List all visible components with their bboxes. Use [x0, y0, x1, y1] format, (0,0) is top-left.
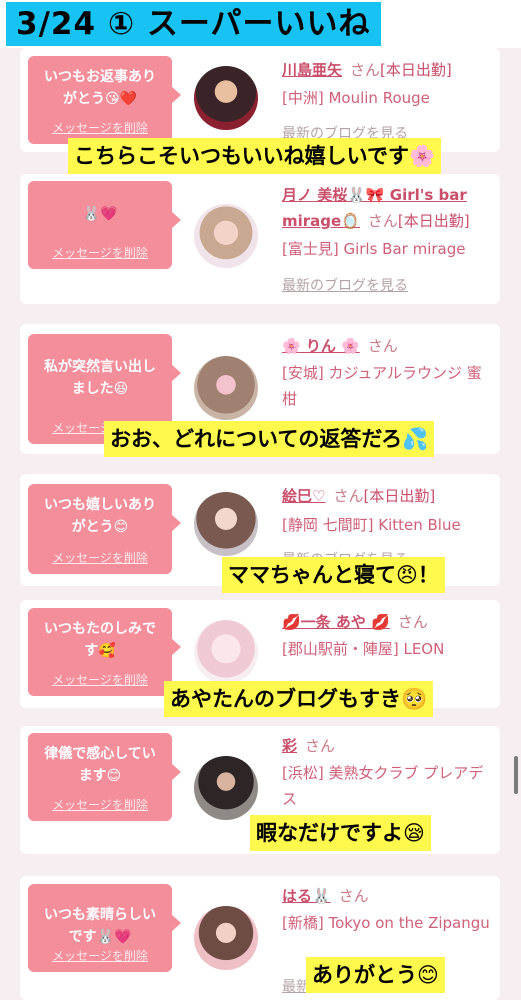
sender-name-link[interactable]: 絵巳♡ — [282, 487, 325, 505]
honorific: さん — [333, 487, 364, 505]
avatar[interactable] — [194, 66, 258, 130]
message-bubble: いつもお返事ありがとう😘❤️ メッセージを削除 — [28, 56, 181, 144]
overlay-caption: おお、どれについての返答だろ💦 — [104, 421, 435, 457]
shop-info: [浜松] 美熟女クラブ プレアデス — [282, 764, 484, 808]
message-text: いつもお返事ありがとう😘❤️ — [44, 69, 156, 107]
honorific: さん — [367, 212, 398, 230]
shop-info: [安城] カジュアルラウンジ 蜜柑 — [282, 364, 482, 408]
delete-message-link[interactable]: メッセージを削除 — [28, 244, 172, 261]
message-bubble: 🐰💗 メッセージを削除 — [28, 181, 181, 269]
overlay-caption: こちらこそいつもいいね嬉しいです🌸 — [68, 138, 442, 174]
delete-message-link[interactable]: メッセージを削除 — [28, 796, 172, 813]
avatar[interactable] — [194, 356, 258, 420]
message-text: いつも嬉しいありがとう😊 — [44, 497, 156, 535]
latest-blog-link[interactable]: 最新のブログを見る — [282, 275, 408, 295]
overlay-caption: ママちゃんと寝て😠！ — [222, 557, 445, 593]
status-tag: [本日出勤] — [380, 61, 452, 79]
avatar[interactable] — [194, 756, 258, 820]
shop-info: [中洲] Moulin Rouge — [282, 89, 430, 107]
shop-info: [新橋] Tokyo on the Zipangu — [282, 914, 490, 932]
delete-message-link[interactable]: メッセージを削除 — [28, 549, 172, 566]
avatar[interactable] — [194, 204, 258, 268]
message-bubble: いつもたのしみです🥰 メッセージを削除 — [28, 608, 181, 696]
sender-line: 絵巳♡ さん[本日出勤] — [282, 484, 492, 508]
avatar[interactable] — [194, 620, 258, 684]
sender-line: 月ノ 美桜🐰🎀 Girl's bar mirage🪞 さん[本日出勤] — [282, 182, 492, 234]
shop-info: [郡山駅前・陣屋] LEON — [282, 640, 445, 658]
shop-info: [静岡 七間町] Kitten Blue — [282, 516, 461, 534]
honorific: さん — [305, 737, 336, 755]
scrollbar[interactable] — [514, 756, 518, 794]
message-text: いつも素晴らしいです🐰💗 — [44, 907, 156, 945]
delete-message-link[interactable]: メッセージを削除 — [28, 671, 172, 688]
message-text: 私が突然言い出しました😆 — [44, 359, 156, 397]
sender-name-link[interactable]: 🌸 りん 🌸 — [282, 337, 360, 355]
notification-card: 🐰💗 メッセージを削除 月ノ 美桜🐰🎀 Girl's bar mirage🪞 さん… — [20, 174, 500, 304]
sender-line: 彩さん — [282, 734, 492, 758]
status-tag: [本日出勤] — [363, 487, 436, 505]
message-text: いつもたのしみです🥰 — [44, 621, 156, 659]
sender-line: 🌸 りん 🌸 さん — [282, 334, 492, 358]
message-bubble: いつも嬉しいありがとう😊 メッセージを削除 — [28, 484, 181, 574]
honorific: さん — [367, 337, 398, 355]
honorific: さん — [350, 61, 381, 79]
honorific: さん — [397, 613, 428, 631]
shop-info: [富士見] Girls Bar mirage — [282, 240, 466, 258]
overlay-caption: 暇なだけですよ😪 — [250, 815, 431, 851]
delete-message-link[interactable]: メッセージを削除 — [28, 119, 172, 136]
status-tag: [本日出勤] — [397, 212, 470, 230]
avatar[interactable] — [194, 492, 258, 556]
message-bubble: いつも素晴らしいです🐰💗 メッセージを削除 — [28, 884, 181, 972]
sender-line: 川島亜矢 さん[本日出勤] — [282, 58, 492, 82]
overlay-caption: あやたんのブログもすき🥺 — [164, 681, 434, 717]
message-bubble: 律儀で感心しています😊 メッセージを削除 — [28, 733, 181, 821]
delete-message-link[interactable]: メッセージを削除 — [28, 947, 172, 964]
header-bar: 3/24 ① スーパーいいね — [0, 0, 521, 48]
message-text: 律儀で感心しています😊 — [44, 746, 156, 784]
message-text: 🐰💗 — [82, 206, 118, 222]
sender-line: 💋一条 あや 💋 さん — [282, 610, 492, 634]
page-title: 3/24 ① スーパーいいね — [6, 2, 381, 46]
honorific: さん — [338, 887, 369, 905]
sender-name-link[interactable]: 💋一条 あや 💋 — [282, 613, 390, 631]
overlay-caption: ありがとう😊 — [306, 957, 445, 993]
notification-card: いつもお返事ありがとう😘❤️ メッセージを削除 川島亜矢 さん[本日出勤] [中洲… — [20, 48, 500, 152]
sender-name-link[interactable]: 川島亜矢 — [282, 61, 342, 79]
avatar[interactable] — [194, 906, 258, 970]
sender-name-link[interactable]: 彩 — [282, 737, 297, 755]
sender-name-link[interactable]: はる🐰 — [282, 887, 331, 905]
sender-line: はる🐰 さん — [282, 884, 492, 908]
